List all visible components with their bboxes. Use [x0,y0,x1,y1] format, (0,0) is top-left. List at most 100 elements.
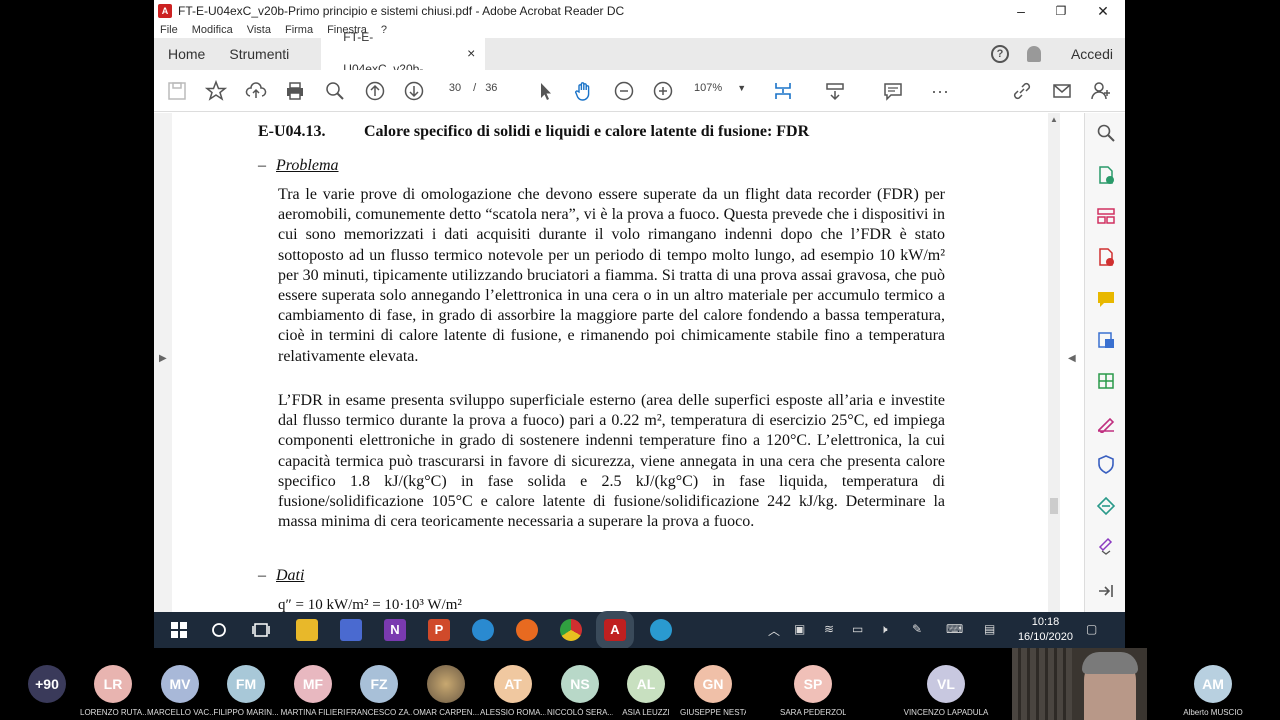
fill-sign-icon[interactable] [1096,371,1116,391]
sign-pen-icon[interactable] [1096,413,1116,435]
menu-file[interactable]: File [160,24,178,36]
zoom-out-icon[interactable] [613,80,635,102]
tab-document[interactable]: FT-E-U04exC_v20b-... × [321,30,486,76]
more-options-icon[interactable]: ··· [929,80,951,102]
chevron-down-icon: ▼ [737,83,747,93]
scroll-mode-icon[interactable] [824,80,846,102]
section-problema-label: Problema [276,157,339,174]
cortana-search-icon[interactable] [208,619,230,641]
battery-icon[interactable]: ▭ [852,622,863,636]
acrobat-logo-icon: A [158,4,172,18]
system-clock[interactable]: 10:18 16/10/2020 [1018,615,1073,645]
upload-cloud-icon[interactable] [245,80,267,102]
tray-chevron-icon[interactable]: ︿ [768,622,780,639]
task-view-icon[interactable] [250,619,272,641]
left-panel-toggle[interactable]: ▶ [154,113,172,613]
select-cursor-icon[interactable] [534,80,556,102]
participant-avatar[interactable]: LR [94,665,132,703]
edit-pdf-icon[interactable] [1096,330,1116,350]
keyboard-icon[interactable]: ⌨ [946,622,963,636]
file-explorer-icon[interactable] [296,619,318,641]
participant-avatar[interactable]: SP [794,665,832,703]
scroll-up-icon[interactable]: ▲ [1050,115,1058,124]
chrome-icon[interactable] [560,619,582,641]
page-navigator: 30 / 36 [440,82,498,94]
compare-files-icon[interactable] [1096,496,1116,516]
participant-avatar[interactable]: FM [227,665,265,703]
mail-icon[interactable] [1051,80,1073,102]
help-icon[interactable]: ? [990,45,1009,63]
scroll-thumb[interactable] [1050,498,1058,514]
onenote-icon[interactable]: N [384,619,406,641]
export-pdf-icon[interactable] [1096,165,1116,185]
participant-avatar[interactable]: AL [627,665,665,703]
previous-page-icon[interactable] [364,80,386,102]
edge-browser-icon[interactable] [472,619,494,641]
tray-app-icon[interactable]: ▣ [794,622,805,636]
page-fit-icon[interactable] [772,80,794,102]
save-icon[interactable] [166,80,188,102]
data-formula: q″ = 10 kW/m² = 10·10³ W/m² [278,597,462,613]
edge-taskbar-icon[interactable] [650,619,672,641]
maximize-button[interactable]: ❐ [1041,0,1081,22]
powerpoint-icon[interactable]: P [428,619,450,641]
vertical-scrollbar[interactable]: ▲ [1048,113,1060,613]
minimize-button[interactable]: – [1001,0,1041,22]
volume-muted-icon[interactable]: 🕨 [880,622,888,637]
page-number-input[interactable]: 30 [440,82,470,94]
expand-left-icon: ▶ [159,353,167,364]
participant-avatar[interactable]: FZ [360,665,398,703]
comment-tool-icon[interactable] [1096,289,1116,309]
participant-avatar[interactable]: GN [694,665,732,703]
participants-strip: +90 LR LORENZO RUTA... MV MARCELLO VAC..… [0,648,1280,720]
participant-photo-avatar[interactable] [427,665,465,703]
protect-shield-icon[interactable] [1096,454,1116,474]
save-floppy-app-icon[interactable] [340,619,362,641]
presenter-video-tile[interactable] [1012,648,1147,720]
collapse-pane-icon[interactable] [1096,581,1116,601]
hand-tool-icon[interactable] [573,80,595,102]
participant-avatar[interactable]: AT [494,665,532,703]
toolbar: 30 / 36 107% ▼ ··· [154,70,1125,112]
share-link-icon[interactable] [1011,80,1033,102]
participant-avatar[interactable]: MF [294,665,332,703]
print-icon[interactable] [284,80,306,102]
close-button[interactable]: ✕ [1083,0,1123,22]
participant-avatar[interactable]: VL [927,665,965,703]
title-bar: A FT-E-U04exC_v20b-Primo principio e sis… [154,0,1125,22]
organize-pages-icon[interactable] [1096,206,1116,226]
close-tab-icon[interactable]: × [467,37,475,69]
right-panel-toggle[interactable]: ◀ [1060,113,1084,613]
add-user-icon[interactable] [1090,80,1112,102]
participant-name: Alberto MUSCIO [1183,708,1243,717]
notifications-icon[interactable]: ▢ [1086,622,1097,636]
participant-overflow[interactable]: +90 [28,665,66,703]
search-icon[interactable] [1096,123,1116,143]
acrobat-taskbar-icon[interactable]: A [596,611,634,649]
more-tools-icon[interactable] [1096,535,1116,555]
comment-icon[interactable] [882,80,904,102]
window-title: FT-E-U04exC_v20b-Primo principio e siste… [178,4,625,18]
next-page-icon[interactable] [403,80,425,102]
wifi-icon[interactable]: ≋ [824,622,834,636]
tab-tools[interactable]: Strumenti [217,38,301,70]
participant-avatar[interactable]: MV [161,665,199,703]
menu-firma[interactable]: Firma [285,24,313,36]
signin-button[interactable]: Accedi [1071,46,1113,62]
firefox-icon[interactable] [516,619,538,641]
display-icon[interactable]: ▤ [984,622,995,636]
menu-modifica[interactable]: Modifica [192,24,233,36]
participant-avatar[interactable]: NS [561,665,599,703]
create-pdf-icon[interactable] [1096,247,1116,267]
windows-start-icon[interactable] [168,619,190,641]
zoom-search-icon[interactable] [324,80,346,102]
menu-vista[interactable]: Vista [247,24,271,36]
tab-home[interactable]: Home [154,38,217,70]
participant-avatar[interactable]: AM [1194,665,1232,703]
zoom-in-icon[interactable] [652,80,674,102]
notification-bell-icon[interactable] [1026,46,1041,62]
section-dati-label: Dati [276,567,305,584]
bookmark-star-icon[interactable] [204,79,228,102]
zoom-select[interactable]: 107% ▼ [694,82,746,94]
pen-icon[interactable]: ✎ [912,622,922,636]
